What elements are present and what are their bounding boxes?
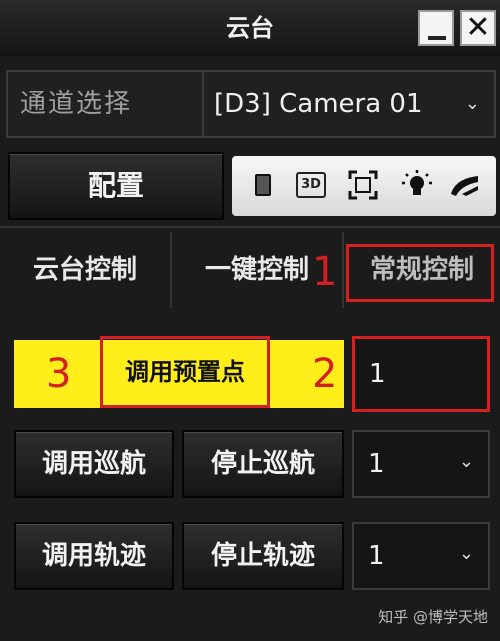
stop-track-button[interactable]: 停止轨迹 bbox=[182, 522, 344, 590]
channel-label: 通道选择 bbox=[20, 89, 133, 119]
3d-icon[interactable]: 3D bbox=[294, 168, 328, 202]
square-icon[interactable] bbox=[246, 168, 280, 202]
watermark: 知乎 @博学天地 bbox=[378, 608, 488, 626]
wiper-icon[interactable] bbox=[448, 168, 482, 202]
ptz-toolbar: 3D bbox=[232, 156, 496, 216]
channel-select-value: [D3] Camera 01 bbox=[214, 89, 423, 119]
call-preset-button[interactable]: 调用预置点 bbox=[100, 336, 270, 408]
annotation-number: 3 bbox=[46, 351, 72, 397]
annotation-highlight-box bbox=[346, 244, 494, 302]
track-number-value: 1 bbox=[368, 541, 385, 571]
call-track-button[interactable]: 调用轨迹 bbox=[14, 522, 174, 590]
annotation-number: 2 bbox=[312, 351, 338, 397]
chevron-down-icon: ⌄ bbox=[464, 93, 480, 114]
close-button[interactable]: ✕ bbox=[460, 10, 496, 46]
channel-select[interactable]: [D3] Camera 01 ⌄ bbox=[214, 82, 490, 126]
track-number-select[interactable]: 1 ⌄ bbox=[352, 522, 490, 590]
config-button[interactable]: 配置 bbox=[8, 152, 224, 220]
focus-frame-icon[interactable] bbox=[346, 168, 380, 202]
light-bulb-icon[interactable] bbox=[400, 168, 434, 202]
tab-ptz-control[interactable]: 云台控制 bbox=[0, 232, 170, 308]
cruise-number-select[interactable]: 1 ⌄ bbox=[352, 430, 490, 498]
minimize-button[interactable] bbox=[418, 10, 454, 46]
call-cruise-button[interactable]: 调用巡航 bbox=[14, 430, 174, 498]
preset-number-value: 1 bbox=[369, 359, 386, 389]
stop-cruise-button[interactable]: 停止巡航 bbox=[182, 430, 344, 498]
tabs-top-border bbox=[0, 226, 500, 228]
minimize-icon bbox=[428, 36, 446, 40]
chevron-down-icon: ⌄ bbox=[458, 451, 474, 472]
annotation-number: 1 bbox=[312, 249, 338, 295]
preset-number-input[interactable]: 1 bbox=[352, 336, 490, 412]
close-icon: ✕ bbox=[465, 10, 491, 45]
chevron-down-icon: ⌄ bbox=[458, 543, 474, 564]
divider bbox=[202, 72, 204, 136]
cruise-number-value: 1 bbox=[368, 449, 385, 479]
3d-icon-label: 3D bbox=[296, 172, 326, 198]
